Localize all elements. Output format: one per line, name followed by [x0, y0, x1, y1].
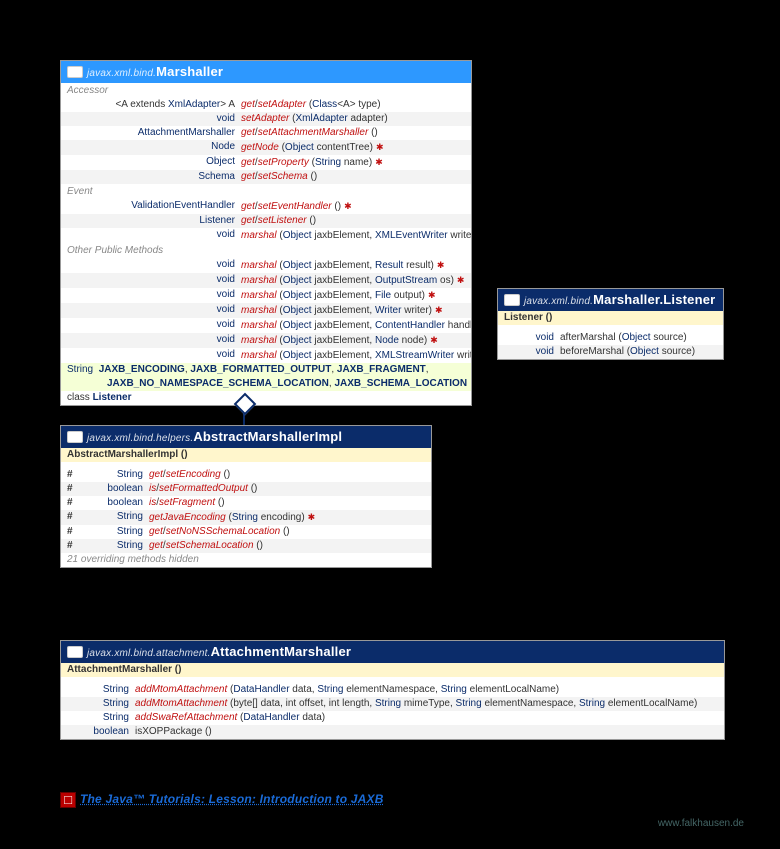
method-row: booleanisXOPPackage ()	[61, 725, 724, 739]
method-row: Schemaget/setSchema ()	[61, 170, 471, 184]
method-row: voidsetAdapter (XmlAdapter adapter)	[61, 112, 471, 126]
method-row: StringaddSwaRefAttachment (DataHandler d…	[61, 711, 724, 725]
method-row: Objectget/setProperty (String name)✱	[61, 155, 471, 170]
method-row: voidmarshal (Object jaxbElement, Result …	[61, 258, 471, 273]
marshaller-header: javax.xml.bind.Marshaller	[61, 61, 471, 83]
interface-icon	[67, 66, 83, 78]
method-row: NodegetNode (Object contentTree)✱	[61, 140, 471, 155]
method-row: AttachmentMarshallerget/setAttachmentMar…	[61, 126, 471, 140]
listener-header: javax.xml.bind.Marshaller.Listener	[498, 289, 723, 311]
method-row: #Stringget/setNoNSSchemaLocation ()	[61, 525, 431, 539]
constants-row: String JAXB_ENCODING, JAXB_FORMATTED_OUT…	[61, 363, 471, 377]
oracle-icon: □	[60, 792, 76, 808]
method-row: StringaddMtomAttachment (DataHandler dat…	[61, 683, 724, 697]
method-row: #StringgetJavaEncoding (String encoding)…	[61, 510, 431, 525]
class-icon	[67, 431, 83, 443]
constants-row: JAXB_NO_NAMESPACE_SCHEMA_LOCATION, JAXB_…	[61, 377, 471, 391]
method-row: voidmarshal (Object jaxbElement, Node no…	[61, 333, 471, 348]
method-row: voidmarshal (Object jaxbElement, File ou…	[61, 288, 471, 303]
method-row: voidbeforeMarshal (Object source)	[498, 345, 723, 359]
section-other: Other Public Methods	[61, 243, 471, 258]
method-row: <A extends XmlAdapter> Aget/setAdapter (…	[61, 98, 471, 112]
method-row: #Stringget/setEncoding ()	[61, 468, 431, 482]
hidden-note: 21 overriding methods hidden	[61, 553, 431, 567]
constructor: Listener ()	[498, 311, 723, 325]
section-event: Event	[61, 184, 471, 199]
method-row: StringaddMtomAttachment (byte[] data, in…	[61, 697, 724, 711]
section-accessor: Accessor	[61, 83, 471, 98]
method-row: #Stringget/setSchemaLocation ()	[61, 539, 431, 553]
method-row: #booleanis/setFragment ()	[61, 496, 431, 510]
method-row: voidmarshal (Object jaxbElement, XMLStre…	[61, 348, 471, 363]
class-icon	[67, 646, 83, 658]
method-row: voidmarshal (Object jaxbElement, OutputS…	[61, 273, 471, 288]
method-row: ValidationEventHandlerget/setEventHandle…	[61, 199, 471, 214]
method-row: #booleanis/setFormattedOutput ()	[61, 482, 431, 496]
attach-box: javax.xml.bind.attachment.AttachmentMars…	[60, 640, 725, 740]
method-row: voidmarshal (Object jaxbElement, Writer …	[61, 303, 471, 318]
constructor: AbstractMarshallerImpl ()	[61, 448, 431, 462]
impl-header: javax.xml.bind.helpers.AbstractMarshalle…	[61, 426, 431, 448]
constructor: AttachmentMarshaller ()	[61, 663, 724, 677]
method-row: voidmarshal (Object jaxbElement, XMLEven…	[61, 228, 471, 243]
attach-header: javax.xml.bind.attachment.AttachmentMars…	[61, 641, 724, 663]
method-row: Listenerget/setListener ()	[61, 214, 471, 228]
tutorial-link[interactable]: The Java™ Tutorials: Lesson: Introductio…	[80, 792, 384, 806]
class-row: class Listener	[61, 391, 471, 405]
method-row: voidafterMarshal (Object source)	[498, 331, 723, 345]
method-row: voidmarshal (Object jaxbElement, Content…	[61, 318, 471, 333]
footer-link[interactable]: www.falkhausen.de	[658, 818, 744, 829]
marshaller-box: javax.xml.bind.Marshaller Accessor <A ex…	[60, 60, 472, 406]
listener-box: javax.xml.bind.Marshaller.Listener Liste…	[497, 288, 724, 360]
impl-box: javax.xml.bind.helpers.AbstractMarshalle…	[60, 425, 432, 568]
class-icon	[504, 294, 520, 306]
